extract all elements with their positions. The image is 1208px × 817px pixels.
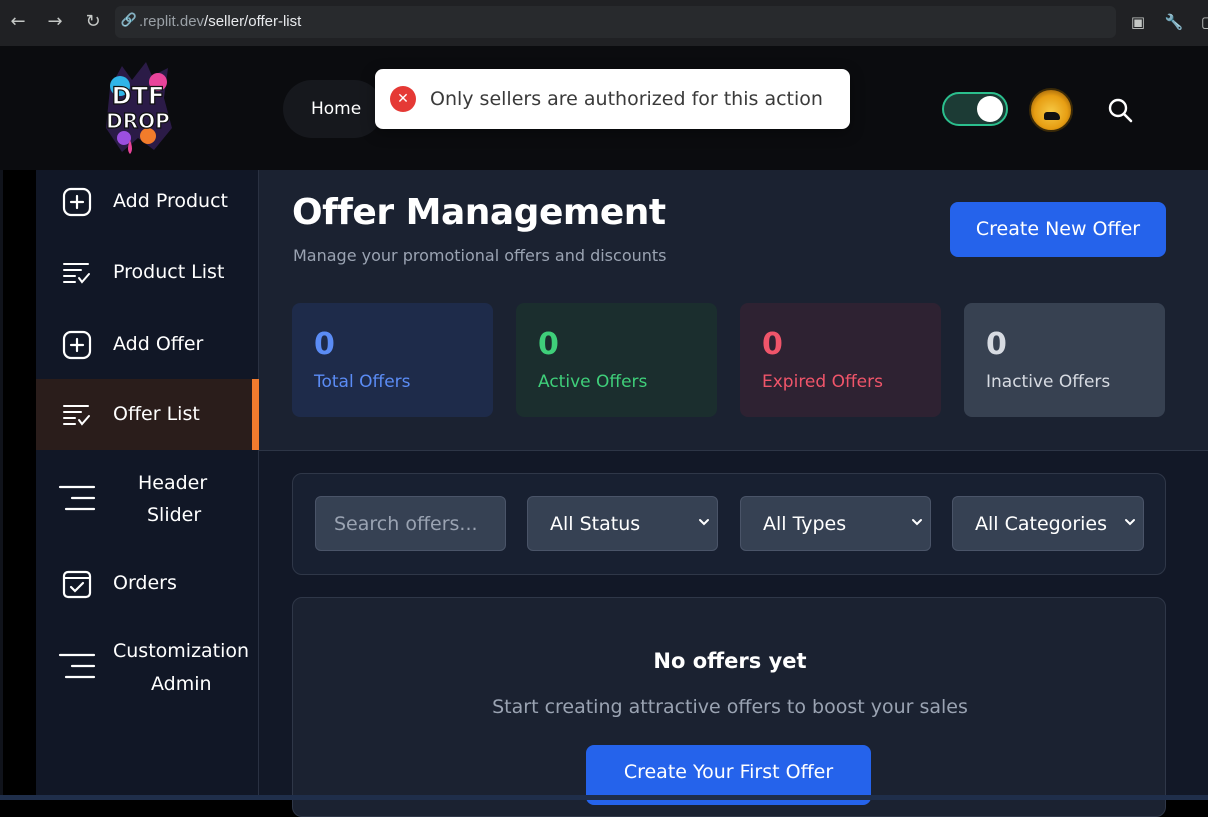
empty-title: No offers yet bbox=[653, 649, 807, 673]
filter-bar: Search offers... All Status All Types Al… bbox=[292, 473, 1166, 575]
sidebar-item-product-list[interactable]: Product List bbox=[36, 236, 258, 308]
page-subtitle: Manage your promotional offers and disco… bbox=[293, 246, 667, 265]
user-avatar[interactable] bbox=[1029, 88, 1073, 132]
seller-sidebar: Add Product Product List Add Offer Offer… bbox=[36, 170, 259, 800]
stat-label: Expired Offers bbox=[762, 372, 883, 392]
reload-icon[interactable]: ↻ bbox=[81, 10, 105, 34]
stat-card-total: 0 Total Offers bbox=[292, 303, 493, 417]
menu-lines-icon bbox=[58, 653, 96, 679]
list-check-icon bbox=[63, 405, 90, 426]
chevron-down-icon bbox=[912, 519, 922, 526]
sidebar-item-customization-admin[interactable]: Customization Admin bbox=[36, 620, 258, 720]
page-header-section: Offer Management Manage your promotional… bbox=[259, 170, 1208, 451]
error-x-icon: ✕ bbox=[390, 86, 416, 112]
stat-card-inactive: 0 Inactive Offers bbox=[964, 303, 1165, 417]
empty-subtitle: Start creating attractive offers to boos… bbox=[492, 696, 968, 718]
link-icon: 🔗 bbox=[120, 13, 138, 28]
sidebar-item-header-slider[interactable]: Header Slider bbox=[36, 450, 258, 550]
page-title: Offer Management bbox=[292, 192, 666, 233]
status-select[interactable]: All Status bbox=[527, 496, 718, 551]
stat-value: 0 bbox=[314, 327, 335, 362]
error-toast: ✕ Only sellers are authorized for this a… bbox=[375, 69, 850, 129]
plus-square-icon bbox=[62, 330, 92, 360]
forward-arrow-icon[interactable]: → bbox=[43, 10, 67, 34]
search-input[interactable]: Search offers... bbox=[315, 496, 506, 551]
nav-home-link[interactable]: Home bbox=[283, 80, 383, 138]
svg-text:DROP: DROP bbox=[106, 109, 170, 133]
plus-square-icon bbox=[62, 187, 92, 217]
theme-toggle[interactable] bbox=[942, 92, 1008, 126]
create-new-offer-button[interactable]: Create New Offer bbox=[950, 202, 1166, 257]
stat-label: Active Offers bbox=[538, 372, 648, 392]
stat-value: 0 bbox=[538, 327, 559, 362]
category-select[interactable]: All Categories bbox=[952, 496, 1144, 551]
bottom-strip bbox=[0, 795, 1208, 800]
address-url: .replit.dev/seller/offer-list bbox=[139, 13, 302, 30]
wrench-icon[interactable]: 🔧 bbox=[1163, 11, 1185, 33]
back-arrow-icon[interactable]: ← bbox=[6, 10, 30, 34]
stat-card-active: 0 Active Offers bbox=[516, 303, 717, 417]
chevron-down-icon bbox=[699, 519, 709, 526]
stat-card-expired: 0 Expired Offers bbox=[740, 303, 941, 417]
main-content: Offer Management Manage your promotional… bbox=[259, 170, 1208, 817]
toast-message: Only sellers are authorized for this act… bbox=[430, 88, 823, 110]
address-bar[interactable]: 🔗 .replit.dev/seller/offer-list bbox=[115, 6, 1116, 38]
toggle-knob bbox=[977, 96, 1003, 122]
sidebar-item-orders[interactable]: Orders bbox=[36, 550, 258, 620]
checkbox-icon bbox=[62, 570, 92, 599]
window-icon[interactable]: ▢ bbox=[1197, 11, 1208, 33]
stat-label: Inactive Offers bbox=[986, 372, 1111, 392]
devices-icon[interactable]: ▣ bbox=[1127, 11, 1149, 33]
sidebar-item-offer-list[interactable]: Offer List bbox=[36, 379, 259, 450]
stat-value: 0 bbox=[762, 327, 783, 362]
dtf-drop-logo[interactable]: DTF DROP bbox=[102, 58, 174, 158]
search-icon[interactable] bbox=[1106, 96, 1134, 124]
stat-value: 0 bbox=[986, 327, 1007, 362]
list-check-icon bbox=[63, 263, 90, 284]
type-select[interactable]: All Types bbox=[740, 496, 931, 551]
sidebar-item-add-offer[interactable]: Add Offer bbox=[36, 308, 258, 379]
chevron-down-icon bbox=[1125, 519, 1135, 526]
empty-state: No offers yet Start creating attractive … bbox=[292, 597, 1166, 817]
stat-label: Total Offers bbox=[314, 372, 411, 392]
left-edge bbox=[0, 170, 36, 800]
browser-toolbar: ← → ↻ 🔗 .replit.dev/seller/offer-list ▣ … bbox=[0, 0, 1208, 46]
menu-lines-icon bbox=[58, 485, 96, 511]
sidebar-item-add-product[interactable]: Add Product bbox=[36, 170, 258, 236]
site-header: DTF DROP Home ✕ Only sellers are authori… bbox=[0, 46, 1208, 170]
svg-text:DTF: DTF bbox=[112, 82, 165, 110]
